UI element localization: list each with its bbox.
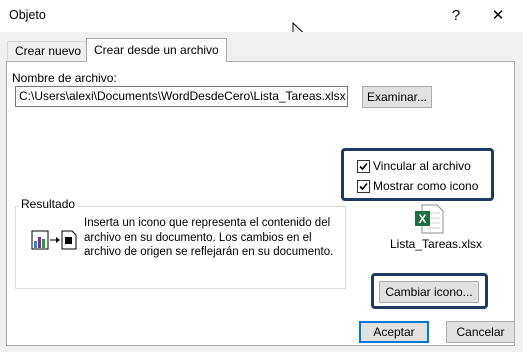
svg-text:X: X [418,212,426,226]
ok-button-label: Aceptar [373,325,415,339]
browse-button-label: Examinar... [366,90,428,104]
filename-label: Nombre de archivo: [12,71,117,85]
tab-label: Crear nuevo [15,44,82,58]
icon-caption: Lista_Tareas.xlsx [390,237,483,251]
help-button[interactable]: ? [442,4,470,28]
tab-crear-nuevo[interactable]: Crear nuevo [7,41,90,61]
result-embed-icon [31,230,77,250]
result-description: Inserta un icono que representa el conte… [84,217,334,258]
window-title: Objeto [9,8,46,22]
title-bar: Objeto ? ✕ [0,0,523,40]
excel-file-icon: X [415,204,444,234]
change-icon-highlight [371,273,488,309]
dialog-body: Crear nuevo Crear desde un archivo Nombr… [0,32,523,352]
tab-label: Crear desde un archivo [94,43,219,57]
checkbox-highlight [341,148,494,201]
browse-button[interactable]: Examinar... [362,86,432,108]
cancel-button-label: Cancelar [456,325,505,339]
result-legend: Resultado [19,197,78,211]
ok-button[interactable]: Aceptar [359,321,429,343]
close-button[interactable]: ✕ [484,4,512,28]
cancel-button[interactable]: Cancelar [446,321,515,343]
filename-input[interactable]: C:\Users\alexi\Documents\WordDesdeCero\L… [15,86,348,107]
tab-crear-desde-archivo[interactable]: Crear desde un archivo [86,38,227,62]
